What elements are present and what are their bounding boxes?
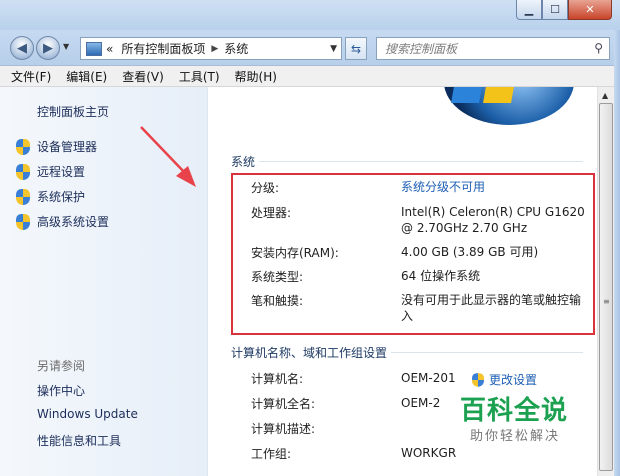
window-controls: ▁ ☐ ✕: [516, 0, 612, 20]
minimize-button[interactable]: ▁: [516, 0, 542, 20]
description-label: 计算机描述:: [251, 422, 316, 436]
full-name-label: 计算机全名:: [251, 397, 316, 411]
control-panel-icon: [86, 41, 102, 56]
uac-shield-icon: [16, 188, 30, 205]
system-type-label: 系统类型:: [251, 270, 304, 284]
pen-touch-value: 没有可用于此显示器的笔或触控输 入: [401, 292, 581, 324]
watermark-subtitle: 助你轻松解决: [470, 429, 561, 444]
search-icon[interactable]: ⚲: [594, 41, 603, 55]
section-divider: [259, 161, 583, 162]
rating-label: 分级:: [251, 181, 280, 195]
see-also-windows-update[interactable]: Windows Update: [37, 407, 138, 421]
menu-bar: 文件(F) 编辑(E) 查看(V) 工具(T) 帮助(H): [0, 66, 620, 87]
ram-label: 安装内存(RAM):: [251, 246, 339, 260]
processor-value: Intel(R) Celeron(R) CPU G1620 @ 2.70GHz …: [401, 204, 585, 236]
pen-touch-value-line1: 没有可用于此显示器的笔或触控输: [401, 293, 582, 307]
section-divider: [391, 352, 583, 353]
arrow-left-icon: ◀: [17, 40, 27, 56]
sidebar-item-label: 高级系统设置: [37, 215, 110, 229]
breadcrumb-all-items[interactable]: 所有控制面板项: [121, 40, 205, 57]
full-name-value: OEM-2: [401, 396, 441, 410]
address-chevron[interactable]: «: [106, 42, 113, 56]
address-bar-area: ◀ ▶ ▼ « 所有控制面板项 ▶ 系统 ▼ ⇆ ⚲: [0, 30, 620, 66]
menu-file[interactable]: 文件(F): [11, 68, 51, 85]
control-panel-home-link[interactable]: 控制面板主页: [37, 103, 109, 120]
recent-pages-dropdown[interactable]: ▼: [63, 42, 69, 51]
sidebar-item-device-manager[interactable]: 设备管理器: [16, 138, 97, 155]
pen-touch-value-line2: 入: [401, 309, 414, 323]
close-button[interactable]: ✕: [568, 0, 612, 20]
sidebar-item-label: 设备管理器: [37, 140, 98, 154]
computer-section-heading: 计算机名称、域和工作组设置: [231, 346, 388, 360]
menu-help[interactable]: 帮助(H): [235, 68, 277, 85]
see-also-performance[interactable]: 性能信息和工具: [37, 432, 121, 449]
window-frame-right: [614, 30, 620, 476]
rating-link[interactable]: 系统分级不可用: [401, 179, 485, 195]
scrollbar-thumb[interactable]: ≡: [599, 103, 613, 471]
uac-shield-icon: [16, 213, 30, 230]
processor-label: 处理器:: [251, 206, 292, 220]
scroll-grip-icon: ≡: [603, 297, 610, 306]
see-also-heading: 另请参阅: [37, 359, 86, 373]
back-button[interactable]: ◀: [10, 36, 34, 60]
vertical-scrollbar[interactable]: ▲ ≡: [597, 87, 614, 476]
scroll-up-icon[interactable]: ▲: [602, 91, 608, 100]
breadcrumb-system[interactable]: 系统: [224, 40, 248, 57]
sidebar-item-label: 系统保护: [37, 190, 86, 204]
arrow-right-icon: ▶: [43, 40, 53, 56]
sidebar-item-remote-settings[interactable]: 远程设置: [16, 163, 85, 180]
system-section-heading: 系统: [231, 155, 256, 169]
maximize-button[interactable]: ☐: [542, 0, 568, 20]
search-input[interactable]: [377, 38, 577, 59]
uac-shield-icon: [16, 138, 30, 155]
address-dropdown-icon[interactable]: ▼: [330, 44, 337, 54]
menu-edit[interactable]: 编辑(E): [66, 68, 107, 85]
computer-name-label: 计算机名:: [251, 372, 304, 386]
processor-value-line2: @ 2.70GHz 2.70 GHz: [401, 221, 528, 235]
watermark-logo: 百科全说: [460, 396, 569, 426]
watermark: 百科全说 助你轻松解决: [446, 380, 596, 450]
pen-touch-label: 笔和触摸:: [251, 294, 304, 308]
menu-tools[interactable]: 工具(T): [179, 68, 220, 85]
refresh-button[interactable]: ⇆: [345, 37, 367, 60]
breadcrumb-separator-icon[interactable]: ▶: [211, 44, 218, 54]
workgroup-label: 工作组:: [251, 447, 292, 461]
system-type-value: 64 位操作系统: [401, 269, 481, 283]
address-field[interactable]: « 所有控制面板项 ▶ 系统 ▼: [80, 37, 342, 60]
sidebar-item-advanced-settings[interactable]: 高级系统设置: [16, 213, 109, 230]
ram-value: 4.00 GB (3.89 GB 可用): [401, 245, 539, 259]
sidebar-item-label: 远程设置: [37, 165, 86, 179]
windows-logo-pane-yellow: [483, 87, 515, 103]
search-box[interactable]: ⚲: [376, 37, 610, 60]
title-bar: ▁ ☐ ✕: [0, 0, 620, 30]
processor-value-line1: Intel(R) Celeron(R) CPU G1620: [401, 205, 585, 219]
menu-view[interactable]: 查看(V): [122, 68, 164, 85]
windows-logo-pane-blue: [451, 87, 483, 103]
uac-shield-icon: [16, 163, 30, 180]
red-arrow-annotation: [140, 126, 196, 187]
refresh-icon: ⇆: [350, 41, 362, 56]
sidebar-item-system-protection[interactable]: 系统保护: [16, 188, 85, 205]
forward-button[interactable]: ▶: [36, 36, 60, 60]
see-also-action-center[interactable]: 操作中心: [37, 382, 85, 399]
